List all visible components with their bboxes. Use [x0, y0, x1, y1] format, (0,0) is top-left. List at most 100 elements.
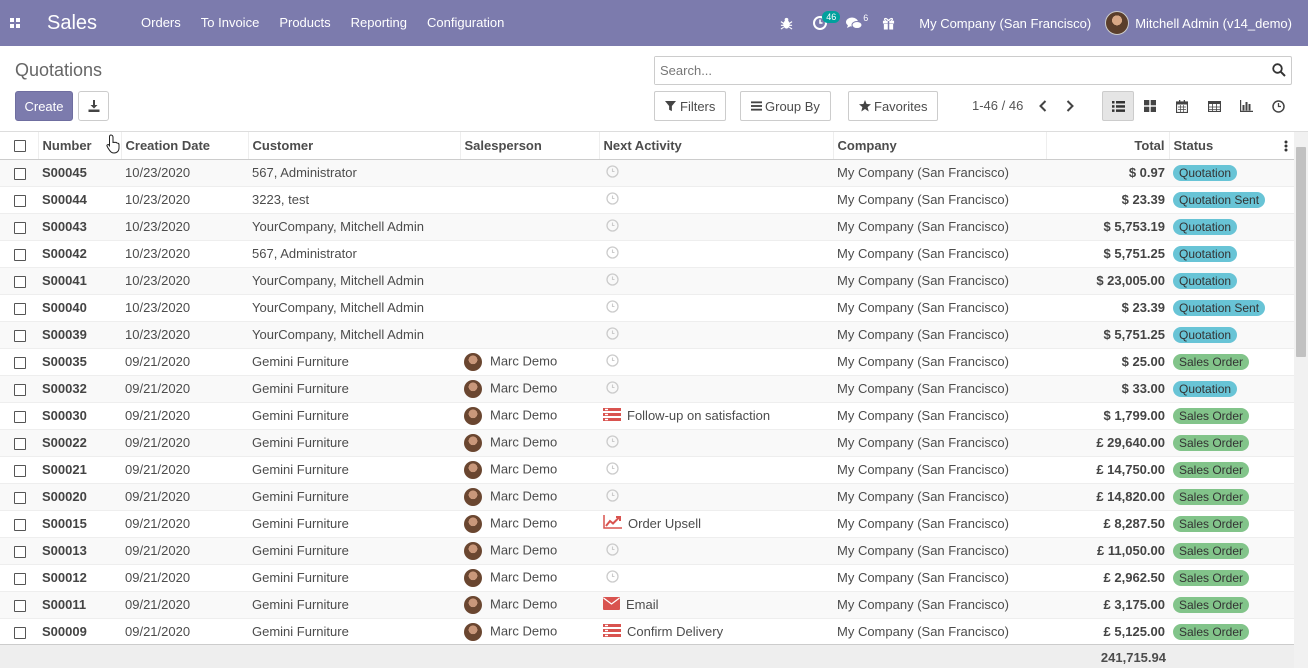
activity-label[interactable]: Order Upsell — [628, 516, 701, 531]
clock-icon[interactable] — [606, 219, 619, 235]
row-checkbox[interactable] — [14, 491, 26, 504]
clock-icon[interactable] — [606, 381, 619, 397]
apps-menu-icon[interactable] — [0, 0, 30, 46]
kanban-view-button[interactable] — [1134, 91, 1166, 121]
row-checkbox[interactable] — [14, 545, 26, 558]
column-header-total[interactable]: Total — [1045, 132, 1169, 160]
activity-view-button[interactable] — [1262, 91, 1294, 121]
calendar-view-button[interactable] — [1166, 91, 1198, 121]
column-header-customer[interactable]: Customer — [247, 132, 460, 160]
table-row[interactable]: S00042 10/23/2020 567, Administrator My Com… — [0, 239, 1294, 267]
column-header-next-activity[interactable]: Next Activity — [598, 132, 833, 160]
row-checkbox[interactable] — [14, 221, 26, 234]
activity-clock-icon[interactable]: 46 — [803, 0, 841, 46]
menu-item-products[interactable]: Products — [269, 0, 340, 46]
row-checkbox[interactable] — [14, 599, 26, 612]
row-checkbox[interactable] — [14, 572, 26, 585]
groupby-button[interactable]: Group By — [740, 91, 831, 121]
export-button[interactable] — [78, 91, 109, 121]
vertical-scrollbar[interactable] — [1294, 132, 1308, 668]
table-row[interactable]: S00013 09/21/2020 Gemini Furniture Marc Dem… — [0, 536, 1294, 564]
row-checkbox[interactable] — [14, 383, 26, 396]
select-all-checkbox[interactable] — [14, 140, 26, 153]
clock-icon[interactable] — [606, 165, 619, 181]
chart-line-icon[interactable] — [603, 515, 622, 532]
row-checkbox[interactable] — [14, 167, 26, 180]
table-row[interactable]: S00044 10/23/2020 3223, test My Company (Sa… — [0, 185, 1294, 213]
pager-value[interactable]: 1-46 / 46 — [972, 98, 1023, 113]
create-button[interactable]: Create — [15, 91, 73, 121]
table-row[interactable]: S00015 09/21/2020 Gemini Furniture Marc Dem… — [0, 509, 1294, 537]
row-checkbox[interactable] — [14, 626, 26, 639]
user-menu[interactable]: Mitchell Admin (v14_demo) — [1105, 11, 1308, 35]
filters-button[interactable]: Filters — [654, 91, 727, 121]
scrollbar-thumb[interactable] — [1296, 147, 1306, 357]
status-cell: Sales Order — [1169, 455, 1294, 483]
next-activity-cell — [599, 455, 833, 483]
clock-icon[interactable] — [606, 489, 619, 505]
column-header-company[interactable]: Company — [832, 132, 1046, 160]
pager-previous-button[interactable] — [1032, 93, 1054, 119]
menu-item-orders[interactable]: Orders — [131, 0, 191, 46]
envelope-icon[interactable] — [603, 596, 620, 613]
clock-icon[interactable] — [606, 327, 619, 343]
table-row[interactable]: S00041 10/23/2020 YourCompany, Mitchell Ad… — [0, 266, 1294, 294]
table-row[interactable]: S00043 10/23/2020 YourCompany, Mitchell Ad… — [0, 212, 1294, 240]
search-icon[interactable] — [1272, 63, 1286, 77]
table-row[interactable]: S00022 09/21/2020 Gemini Furniture Marc Dem… — [0, 428, 1294, 456]
menu-item-configuration[interactable]: Configuration — [417, 0, 514, 46]
row-checkbox[interactable] — [14, 248, 26, 261]
row-checkbox[interactable] — [14, 464, 26, 477]
row-checkbox[interactable] — [14, 302, 26, 315]
column-header-status[interactable]: Status — [1168, 132, 1294, 160]
table-row[interactable]: S00032 09/21/2020 Gemini Furniture Marc Dem… — [0, 374, 1294, 402]
activity-label[interactable]: Follow-up on satisfaction — [627, 408, 770, 423]
company-switcher[interactable]: My Company (San Francisco) — [905, 16, 1105, 31]
table-row[interactable]: S00030 09/21/2020 Gemini Furniture Marc Dem… — [0, 401, 1294, 429]
clock-icon[interactable] — [606, 300, 619, 316]
table-row[interactable]: S00045 10/23/2020 567, Administrator My Com… — [0, 158, 1294, 186]
activity-label[interactable]: Email — [626, 597, 659, 612]
clock-icon[interactable] — [606, 273, 619, 289]
app-title[interactable]: Sales — [47, 12, 97, 35]
table-row[interactable]: S00009 09/21/2020 Gemini Furniture Marc Dem… — [0, 617, 1294, 645]
row-checkbox[interactable] — [14, 518, 26, 531]
clock-icon[interactable] — [606, 570, 619, 586]
bug-icon[interactable] — [769, 0, 803, 46]
clock-icon[interactable] — [606, 354, 619, 370]
column-header-salesperson[interactable]: Salesperson — [459, 132, 599, 160]
row-checkbox[interactable] — [14, 437, 26, 450]
table-row[interactable]: S00012 09/21/2020 Gemini Furniture Marc Dem… — [0, 563, 1294, 591]
favorites-button[interactable]: Favorites — [848, 91, 939, 121]
menu-item-to-invoice[interactable]: To Invoice — [191, 0, 270, 46]
list-view-button[interactable] — [1102, 91, 1134, 121]
clock-icon[interactable] — [606, 462, 619, 478]
menu-item-reporting[interactable]: Reporting — [341, 0, 417, 46]
clock-icon[interactable] — [606, 543, 619, 559]
row-checkbox[interactable] — [14, 329, 26, 342]
clock-icon[interactable] — [606, 435, 619, 451]
table-row[interactable]: S00039 10/23/2020 YourCompany, Mitchell Ad… — [0, 320, 1294, 348]
pager-next-button[interactable] — [1059, 93, 1081, 119]
clock-icon[interactable] — [606, 192, 619, 208]
column-header-creation-date[interactable]: Creation Date — [120, 132, 248, 160]
search-input[interactable] — [655, 57, 1255, 84]
tasks-icon[interactable] — [603, 407, 621, 424]
activity-label[interactable]: Confirm Delivery — [627, 625, 723, 640]
gift-icon[interactable] — [871, 0, 905, 46]
row-checkbox[interactable] — [14, 356, 26, 369]
row-checkbox[interactable] — [14, 275, 26, 288]
table-row[interactable]: S00021 09/21/2020 Gemini Furniture Marc Dem… — [0, 455, 1294, 483]
table-row[interactable]: S00011 09/21/2020 Gemini Furniture Marc Dem… — [0, 590, 1294, 618]
table-row[interactable]: S00020 09/21/2020 Gemini Furniture Marc Dem… — [0, 482, 1294, 510]
row-checkbox[interactable] — [14, 194, 26, 207]
row-checkbox[interactable] — [14, 410, 26, 423]
pivot-view-button[interactable] — [1198, 91, 1230, 121]
clock-icon[interactable] — [606, 246, 619, 262]
messages-icon[interactable]: 6 — [837, 0, 871, 46]
table-row[interactable]: S00040 10/23/2020 YourCompany, Mitchell Ad… — [0, 293, 1294, 321]
optional-columns-icon[interactable] — [1284, 140, 1288, 152]
graph-view-button[interactable] — [1230, 91, 1262, 121]
tasks-icon[interactable] — [603, 624, 621, 640]
table-row[interactable]: S00035 09/21/2020 Gemini Furniture Marc Dem… — [0, 347, 1294, 375]
